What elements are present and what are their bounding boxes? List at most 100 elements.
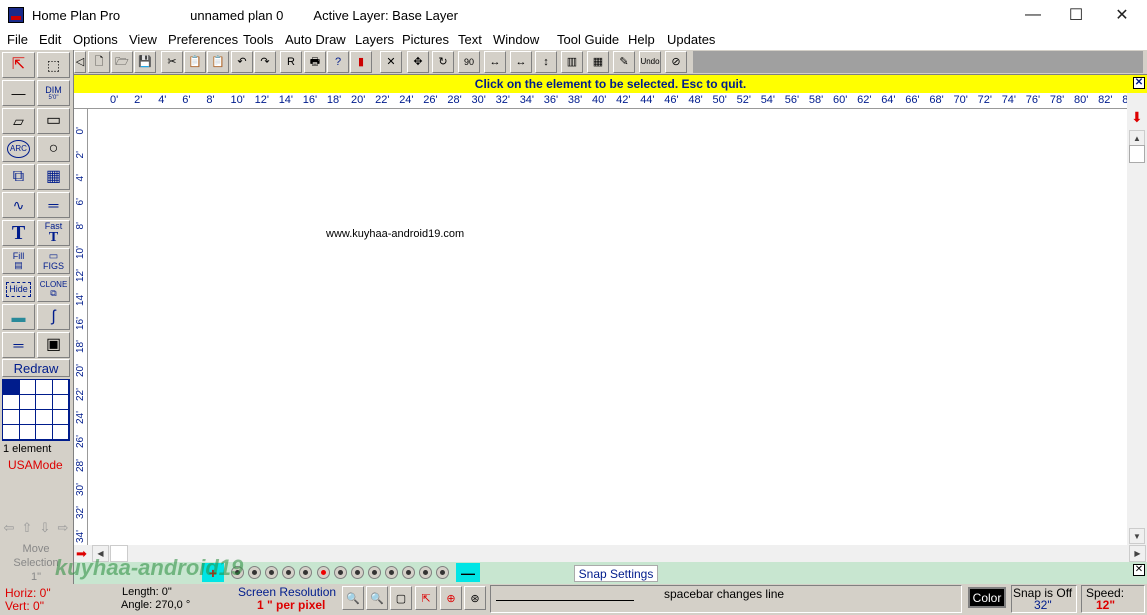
print-icon[interactable]: 🖶 <box>304 51 326 73</box>
parallel-line-tool-icon[interactable]: ═ <box>2 332 35 358</box>
toolbar-collapse-icon[interactable]: ◁ <box>74 51 86 73</box>
layer-dot[interactable] <box>299 566 312 579</box>
menu-view[interactable]: View <box>129 32 157 47</box>
usa-mode-label[interactable]: USAMode <box>8 458 63 472</box>
grid-cell[interactable] <box>36 425 53 440</box>
save-icon[interactable]: 💾 <box>134 51 156 73</box>
menu-layers[interactable]: Layers <box>355 32 394 47</box>
report-icon[interactable]: R <box>280 51 302 73</box>
redo-icon[interactable]: ↷ <box>254 51 276 73</box>
new-file-icon[interactable]: 🗋 <box>88 51 110 73</box>
grid-cell[interactable] <box>36 410 53 425</box>
circle-tool-icon[interactable]: ○ <box>37 136 70 162</box>
layer-color-icon[interactable]: ▮ <box>350 51 372 73</box>
pattern-icon[interactable]: ▦ <box>587 51 609 73</box>
ruler-right-arrow-icon[interactable]: ➡ <box>76 546 87 562</box>
menu-preferences[interactable]: Preferences <box>168 32 238 47</box>
rectangle-tool-icon[interactable]: ▭ <box>37 108 70 134</box>
redraw-button[interactable]: Redraw <box>2 359 70 377</box>
layer-dot[interactable] <box>351 566 364 579</box>
edit-tool-icon[interactable]: ✎ <box>613 51 635 73</box>
paste-icon[interactable]: 📋 <box>207 51 229 73</box>
delete-icon[interactable]: ✕ <box>380 51 402 73</box>
curve-tool-icon[interactable]: ∿ <box>2 192 35 218</box>
grid-cell[interactable] <box>52 410 69 425</box>
maximize-button[interactable]: ☐ <box>1053 0 1099 30</box>
layer-dot[interactable] <box>419 566 432 579</box>
drawing-canvas[interactable]: www.kuyhaa-android19.com <box>88 109 1127 545</box>
menu-pictures[interactable]: Pictures <box>402 32 449 47</box>
grid-cell[interactable] <box>19 410 36 425</box>
select-arrow-icon[interactable]: ⇱ <box>2 52 35 78</box>
picture-tool-icon[interactable]: ▬ <box>2 304 35 330</box>
dimension-tool-button[interactable]: DIM 5'0" <box>37 80 70 106</box>
room-tool-icon[interactable]: ▱ <box>2 108 35 134</box>
layer-dot[interactable] <box>436 566 449 579</box>
layer-dot[interactable] <box>385 566 398 579</box>
stretch-vertical-icon[interactable]: ↕ <box>535 51 557 73</box>
grid-cell[interactable] <box>3 425 20 440</box>
layer-dot[interactable] <box>282 566 295 579</box>
arc-tool-button[interactable]: ARC <box>2 136 35 162</box>
grid-cell[interactable] <box>52 425 69 440</box>
layer-dot[interactable] <box>248 566 261 579</box>
grid-cell[interactable] <box>3 380 20 395</box>
layer-dot[interactable] <box>231 566 244 579</box>
scroll-right-icon[interactable]: ▶ <box>1129 545 1146 562</box>
flip-horizontal-icon[interactable]: ↔ <box>484 51 506 73</box>
cancel-icon[interactable]: ⊘ <box>665 51 687 73</box>
zoom-page-icon[interactable]: ▢ <box>390 586 412 610</box>
text-tool-icon[interactable]: T <box>2 220 35 246</box>
rotate-90-icon[interactable]: 90 <box>458 51 480 73</box>
move-down-icon[interactable]: ⇩ <box>40 520 51 536</box>
clone-tool-button[interactable]: CLONE ⧉ <box>37 276 70 302</box>
vertical-scroll-thumb[interactable] <box>1129 145 1145 163</box>
move-right-icon[interactable]: ⇨ <box>58 520 69 536</box>
grid-cell[interactable] <box>3 395 20 410</box>
scroll-left-icon[interactable]: ◀ <box>92 545 109 562</box>
grid-cell[interactable] <box>19 380 36 395</box>
grid-selector[interactable] <box>2 379 70 441</box>
zoom-out-icon[interactable]: 🔍 <box>366 586 388 610</box>
frame-tool-icon[interactable]: ▣ <box>37 332 70 358</box>
stretch-horizontal-icon[interactable]: ↔ <box>510 51 532 73</box>
scroll-down-icon[interactable]: ▼ <box>1129 528 1145 544</box>
scroll-up-icon[interactable]: ▲ <box>1129 130 1145 146</box>
menu-tools[interactable]: Tools <box>243 32 273 47</box>
minimize-button[interactable]: — <box>1010 0 1056 30</box>
fill-tool-button[interactable]: Fill ▤ <box>2 248 35 274</box>
layer-dot[interactable] <box>265 566 278 579</box>
grid-cell[interactable] <box>52 395 69 410</box>
grid-cell[interactable] <box>19 395 36 410</box>
menu-options[interactable]: Options <box>73 32 118 47</box>
grid-cell[interactable] <box>19 425 36 440</box>
menu-file[interactable]: File <box>7 32 28 47</box>
undo-icon[interactable]: ↶ <box>231 51 253 73</box>
grid-cell[interactable] <box>36 380 53 395</box>
canvas-text-element[interactable]: www.kuyhaa-android19.com <box>326 228 464 240</box>
open-file-icon[interactable]: 🗁 <box>111 51 133 73</box>
menu-window[interactable]: Window <box>493 32 539 47</box>
grid-cell[interactable] <box>36 395 53 410</box>
wall-thickness-icon[interactable]: ▥ <box>561 51 583 73</box>
undo-text-icon[interactable]: Undo <box>639 51 661 73</box>
layer-bar-close-icon[interactable]: ✕ <box>1133 564 1145 576</box>
snap-settings-button[interactable]: Snap Settings <box>574 565 658 582</box>
menu-text[interactable]: Text <box>458 32 482 47</box>
add-layer-button[interactable]: + <box>202 563 224 582</box>
copy-icon[interactable]: 📋 <box>184 51 206 73</box>
select-box-icon[interactable]: ⬚ <box>37 52 70 78</box>
instruction-close-icon[interactable]: ✕ <box>1133 77 1145 89</box>
freehand-tool-icon[interactable]: ʃ <box>37 304 70 330</box>
color-button[interactable]: Color <box>968 587 1006 608</box>
fast-text-tool-button[interactable]: Fast T <box>37 220 70 246</box>
vertical-scrollbar[interactable]: ⬇ ▲ ▼ <box>1127 93 1147 545</box>
move-icon[interactable]: ✥ <box>407 51 429 73</box>
close-button[interactable]: ✕ <box>1099 0 1145 30</box>
move-left-icon[interactable]: ⇦ <box>4 520 15 536</box>
double-line-tool-icon[interactable]: ═ <box>37 192 70 218</box>
menu-tool-guide[interactable]: Tool Guide <box>557 32 619 47</box>
line-tool-icon[interactable]: — <box>2 80 35 106</box>
zoom-fit-icon[interactable]: ⇱ <box>415 586 437 610</box>
layer-dot[interactable] <box>368 566 381 579</box>
